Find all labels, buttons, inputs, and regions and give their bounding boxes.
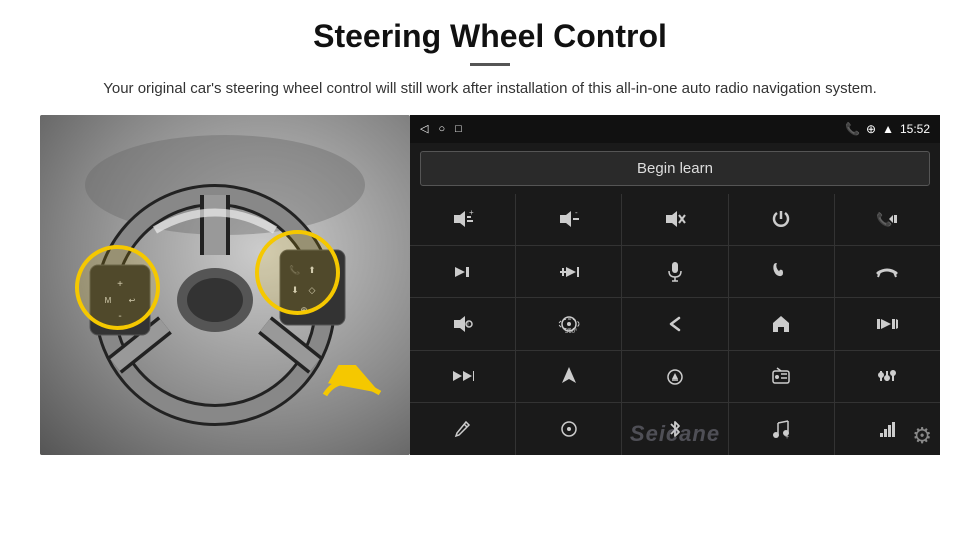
- mic-button[interactable]: [622, 246, 727, 297]
- phone-prev-button[interactable]: 📞: [835, 194, 940, 245]
- title-divider: [470, 63, 510, 66]
- content-area: + M - ↩ 📞 ⬆ ⬇ ◇ ⊕: [40, 115, 940, 455]
- svg-text:-: -: [575, 210, 578, 217]
- controls-grid: + - 📞 ! 360°: [410, 194, 940, 455]
- android-panel: ◁ ○ □ 📞 ⊕ ▲ 15:52 Begin learn + -: [410, 115, 940, 455]
- nav-button[interactable]: [516, 351, 621, 402]
- gear-icon[interactable]: ⚙: [912, 423, 932, 449]
- hangup-button[interactable]: [835, 246, 940, 297]
- location-icon: ⊕: [866, 122, 876, 136]
- phone-status-icon: 📞: [845, 122, 860, 136]
- vol-down-button[interactable]: -: [516, 194, 621, 245]
- car-image-panel: + M - ↩ 📞 ⬆ ⬇ ◇ ⊕: [40, 115, 410, 455]
- skip-next-button[interactable]: [410, 246, 515, 297]
- begin-learn-button[interactable]: Begin learn: [420, 151, 930, 186]
- bluetooth-button[interactable]: [622, 403, 727, 454]
- skip-ff-button[interactable]: [516, 246, 621, 297]
- svg-text:+: +: [469, 210, 474, 217]
- back-button[interactable]: [622, 298, 727, 349]
- page-title: Steering Wheel Control: [313, 18, 667, 55]
- pen-button[interactable]: [410, 403, 515, 454]
- fast-forward-button[interactable]: [410, 351, 515, 402]
- eq-button[interactable]: [835, 351, 940, 402]
- status-bar: ◁ ○ □ 📞 ⊕ ▲ 15:52: [410, 115, 940, 143]
- horn-button[interactable]: !: [410, 298, 515, 349]
- call-button[interactable]: [729, 246, 834, 297]
- camera-360-button[interactable]: 360°: [516, 298, 621, 349]
- back-nav-icon[interactable]: ◁: [420, 122, 428, 135]
- highlight-circle-left: [75, 245, 160, 330]
- home-nav-icon[interactable]: ○: [438, 123, 445, 135]
- radio-button[interactable]: [729, 351, 834, 402]
- yellow-arrow: [320, 365, 400, 425]
- eject-button[interactable]: [622, 351, 727, 402]
- begin-learn-row: Begin learn: [410, 143, 940, 194]
- recents-nav-icon[interactable]: □: [455, 123, 462, 135]
- page-wrapper: Steering Wheel Control Your original car…: [0, 0, 980, 548]
- power-button[interactable]: [729, 194, 834, 245]
- music-button[interactable]: +: [729, 403, 834, 454]
- home-button[interactable]: [729, 298, 834, 349]
- mute-button[interactable]: [622, 194, 727, 245]
- wifi-icon: ▲: [882, 122, 894, 136]
- svg-text:+: +: [785, 434, 789, 439]
- time-display: 15:52: [900, 122, 930, 136]
- subtitle: Your original car's steering wheel contr…: [103, 78, 877, 101]
- nav-icons: ◁ ○ □: [420, 122, 462, 135]
- prev-prev-button[interactable]: [835, 298, 940, 349]
- status-bar-right: 📞 ⊕ ▲ 15:52: [845, 122, 930, 136]
- svg-text:!: !: [467, 322, 469, 329]
- svg-text:360°: 360°: [565, 329, 578, 335]
- circle-menu-button[interactable]: [516, 403, 621, 454]
- highlight-circle-right: [255, 230, 340, 315]
- vol-up-button[interactable]: +: [410, 194, 515, 245]
